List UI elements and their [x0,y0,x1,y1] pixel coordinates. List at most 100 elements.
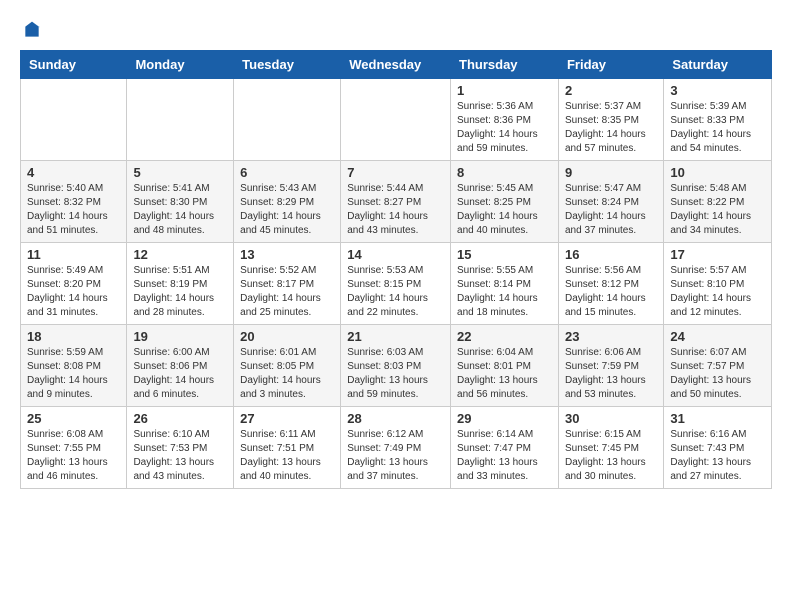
calendar-header-row: SundayMondayTuesdayWednesdayThursdayFrid… [21,51,772,79]
calendar-cell: 8 Sunrise: 5:45 AM Sunset: 8:25 PM Daylig… [451,161,559,243]
day-info: Sunrise: 5:53 AM Sunset: 8:15 PM Dayligh… [347,264,444,320]
page-header [20,20,772,40]
day-info: Sunrise: 5:36 AM Sunset: 8:36 PM Dayligh… [457,100,552,156]
calendar-cell [21,79,127,161]
day-info: Sunrise: 5:52 AM Sunset: 8:17 PM Dayligh… [240,264,334,320]
calendar-cell: 29 Sunrise: 6:14 AM Sunset: 7:47 PM Dayli… [451,407,559,489]
calendar-day-header: Monday [127,51,234,79]
calendar-cell: 9 Sunrise: 5:47 AM Sunset: 8:24 PM Daylig… [558,161,663,243]
calendar-cell: 22 Sunrise: 6:04 AM Sunset: 8:01 PM Dayli… [451,325,559,407]
day-info: Sunrise: 6:08 AM Sunset: 7:55 PM Dayligh… [27,428,120,484]
day-number: 21 [347,329,444,344]
day-info: Sunrise: 5:37 AM Sunset: 8:35 PM Dayligh… [565,100,657,156]
day-number: 14 [347,247,444,262]
calendar-cell: 14 Sunrise: 5:53 AM Sunset: 8:15 PM Dayli… [341,243,451,325]
day-info: Sunrise: 5:47 AM Sunset: 8:24 PM Dayligh… [565,182,657,238]
day-number: 28 [347,411,444,426]
calendar-cell: 2 Sunrise: 5:37 AM Sunset: 8:35 PM Daylig… [558,79,663,161]
day-info: Sunrise: 5:40 AM Sunset: 8:32 PM Dayligh… [27,182,120,238]
day-number: 10 [670,165,765,180]
day-number: 23 [565,329,657,344]
calendar-week-row: 11 Sunrise: 5:49 AM Sunset: 8:20 PM Dayli… [21,243,772,325]
calendar-week-row: 4Sunrise: 5:40 AM Sunset: 8:32 PM Daylig… [21,161,772,243]
day-info: Sunrise: 6:15 AM Sunset: 7:45 PM Dayligh… [565,428,657,484]
day-info: Sunrise: 6:01 AM Sunset: 8:05 PM Dayligh… [240,346,334,402]
day-number: 5 [133,165,227,180]
logo [20,20,42,40]
day-info: Sunrise: 5:44 AM Sunset: 8:27 PM Dayligh… [347,182,444,238]
day-info: Sunrise: 5:51 AM Sunset: 8:19 PM Dayligh… [133,264,227,320]
day-info: Sunrise: 6:06 AM Sunset: 7:59 PM Dayligh… [565,346,657,402]
calendar-cell: 25 Sunrise: 6:08 AM Sunset: 7:55 PM Dayli… [21,407,127,489]
day-number: 25 [27,411,120,426]
day-info: Sunrise: 5:49 AM Sunset: 8:20 PM Dayligh… [27,264,120,320]
day-info: Sunrise: 5:45 AM Sunset: 8:25 PM Dayligh… [457,182,552,238]
day-number: 2 [565,83,657,98]
day-number: 30 [565,411,657,426]
calendar-cell: 3 Sunrise: 5:39 AM Sunset: 8:33 PM Daylig… [664,79,772,161]
calendar-cell [127,79,234,161]
day-number: 24 [670,329,765,344]
calendar-cell: 24Sunrise: 6:07 AM Sunset: 7:57 PM Dayli… [664,325,772,407]
day-info: Sunrise: 6:00 AM Sunset: 8:06 PM Dayligh… [133,346,227,402]
day-number: 9 [565,165,657,180]
day-number: 6 [240,165,334,180]
calendar-cell: 19Sunrise: 6:00 AM Sunset: 8:06 PM Dayli… [127,325,234,407]
calendar-cell: 15Sunrise: 5:55 AM Sunset: 8:14 PM Dayli… [451,243,559,325]
calendar-week-row: 1 Sunrise: 5:36 AM Sunset: 8:36 PM Daylig… [21,79,772,161]
day-number: 27 [240,411,334,426]
day-info: Sunrise: 6:04 AM Sunset: 8:01 PM Dayligh… [457,346,552,402]
day-number: 11 [27,247,120,262]
calendar-cell: 17 Sunrise: 5:57 AM Sunset: 8:10 PM Dayli… [664,243,772,325]
day-info: Sunrise: 5:48 AM Sunset: 8:22 PM Dayligh… [670,182,765,238]
day-info: Sunrise: 6:16 AM Sunset: 7:43 PM Dayligh… [670,428,765,484]
calendar-cell: 28 Sunrise: 6:12 AM Sunset: 7:49 PM Dayli… [341,407,451,489]
day-info: Sunrise: 6:10 AM Sunset: 7:53 PM Dayligh… [133,428,227,484]
day-number: 22 [457,329,552,344]
day-number: 18 [27,329,120,344]
calendar-cell: 4Sunrise: 5:40 AM Sunset: 8:32 PM Daylig… [21,161,127,243]
day-number: 31 [670,411,765,426]
calendar-table: SundayMondayTuesdayWednesdayThursdayFrid… [20,50,772,489]
day-number: 17 [670,247,765,262]
logo-icon [22,20,42,40]
calendar-day-header: Wednesday [341,51,451,79]
calendar-cell: 5Sunrise: 5:41 AM Sunset: 8:30 PM Daylig… [127,161,234,243]
day-info: Sunrise: 5:43 AM Sunset: 8:29 PM Dayligh… [240,182,334,238]
calendar-cell: 18Sunrise: 5:59 AM Sunset: 8:08 PM Dayli… [21,325,127,407]
day-info: Sunrise: 6:03 AM Sunset: 8:03 PM Dayligh… [347,346,444,402]
day-info: Sunrise: 5:57 AM Sunset: 8:10 PM Dayligh… [670,264,765,320]
calendar-cell: 11 Sunrise: 5:49 AM Sunset: 8:20 PM Dayli… [21,243,127,325]
calendar-cell: 27 Sunrise: 6:11 AM Sunset: 7:51 PM Dayli… [234,407,341,489]
day-number: 1 [457,83,552,98]
calendar-day-header: Tuesday [234,51,341,79]
calendar-day-header: Friday [558,51,663,79]
calendar-cell: 1 Sunrise: 5:36 AM Sunset: 8:36 PM Daylig… [451,79,559,161]
day-number: 20 [240,329,334,344]
calendar-cell: 13Sunrise: 5:52 AM Sunset: 8:17 PM Dayli… [234,243,341,325]
calendar-cell [341,79,451,161]
day-number: 16 [565,247,657,262]
day-number: 29 [457,411,552,426]
calendar-cell: 7 Sunrise: 5:44 AM Sunset: 8:27 PM Daylig… [341,161,451,243]
calendar-cell: 6 Sunrise: 5:43 AM Sunset: 8:29 PM Daylig… [234,161,341,243]
calendar-day-header: Thursday [451,51,559,79]
day-info: Sunrise: 5:55 AM Sunset: 8:14 PM Dayligh… [457,264,552,320]
calendar-cell: 16 Sunrise: 5:56 AM Sunset: 8:12 PM Dayli… [558,243,663,325]
day-info: Sunrise: 5:56 AM Sunset: 8:12 PM Dayligh… [565,264,657,320]
calendar-cell: 10 Sunrise: 5:48 AM Sunset: 8:22 PM Dayli… [664,161,772,243]
day-info: Sunrise: 6:11 AM Sunset: 7:51 PM Dayligh… [240,428,334,484]
calendar-cell [234,79,341,161]
day-number: 3 [670,83,765,98]
calendar-week-row: 25 Sunrise: 6:08 AM Sunset: 7:55 PM Dayli… [21,407,772,489]
day-info: Sunrise: 5:39 AM Sunset: 8:33 PM Dayligh… [670,100,765,156]
calendar-week-row: 18Sunrise: 5:59 AM Sunset: 8:08 PM Dayli… [21,325,772,407]
calendar-day-header: Saturday [664,51,772,79]
day-number: 8 [457,165,552,180]
calendar-day-header: Sunday [21,51,127,79]
calendar-cell: 26Sunrise: 6:10 AM Sunset: 7:53 PM Dayli… [127,407,234,489]
day-info: Sunrise: 6:14 AM Sunset: 7:47 PM Dayligh… [457,428,552,484]
day-number: 7 [347,165,444,180]
day-info: Sunrise: 6:12 AM Sunset: 7:49 PM Dayligh… [347,428,444,484]
calendar-cell: 12Sunrise: 5:51 AM Sunset: 8:19 PM Dayli… [127,243,234,325]
